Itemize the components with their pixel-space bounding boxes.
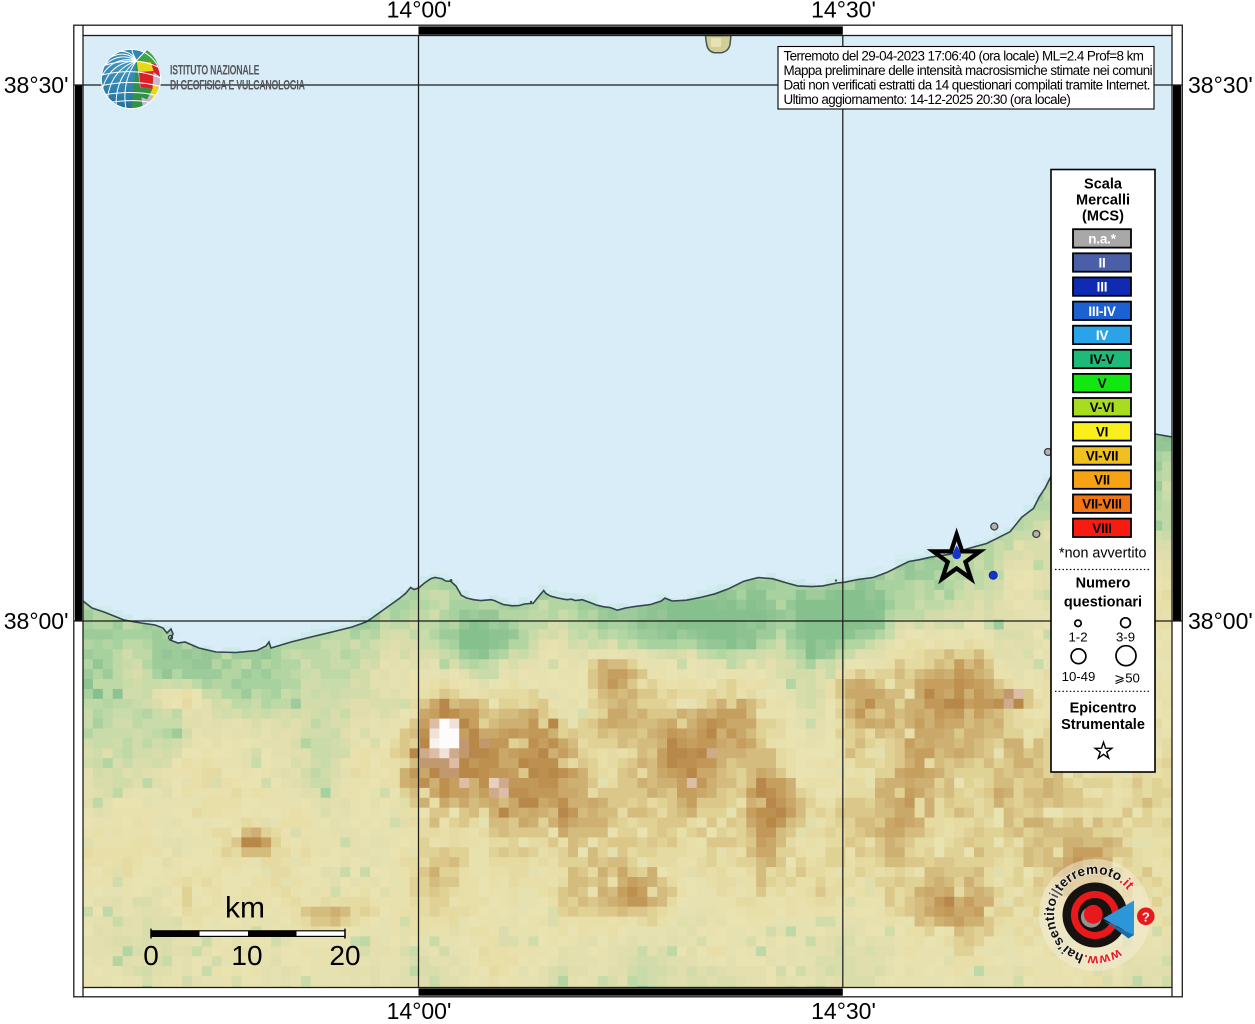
svg-text:*non avvertito: *non avvertito	[1059, 546, 1146, 562]
svg-text:14°30': 14°30'	[811, 0, 876, 23]
svg-text:II: II	[1098, 256, 1105, 271]
svg-text:14°00': 14°00'	[387, 0, 452, 23]
svg-text:14°00': 14°00'	[387, 998, 452, 1024]
svg-text:VI-VII: VI-VII	[1086, 449, 1119, 464]
svg-text:10-49: 10-49	[1062, 669, 1096, 684]
svg-text:VII: VII	[1094, 473, 1110, 488]
svg-text:1-2: 1-2	[1068, 630, 1087, 645]
svg-text:(MCS): (MCS)	[1082, 209, 1124, 225]
svg-text:Dati non verificati estratti d: Dati non verificati estratti da 14 quest…	[784, 78, 1150, 93]
svg-text:3-9: 3-9	[1116, 630, 1135, 645]
svg-text:38°30': 38°30'	[1188, 72, 1253, 98]
svg-text:38°30': 38°30'	[4, 72, 69, 98]
svg-text:questionari: questionari	[1064, 595, 1142, 611]
svg-text:⩾50: ⩾50	[1114, 671, 1140, 686]
svg-text:km: km	[225, 892, 265, 925]
svg-text:III-IV: III-IV	[1088, 304, 1115, 319]
svg-text:IV: IV	[1096, 328, 1109, 343]
svg-text:Ultimo aggiornamento: 14-12-20: Ultimo aggiornamento: 14-12-2025 20:30 (…	[784, 92, 1071, 107]
svg-text:Mercalli: Mercalli	[1076, 193, 1130, 209]
svg-text:10: 10	[231, 940, 262, 971]
svg-text:VII-VIII: VII-VIII	[1082, 497, 1122, 512]
svg-text:IV-V: IV-V	[1090, 352, 1115, 367]
svg-text:?: ?	[1142, 909, 1150, 924]
svg-text:Numero: Numero	[1076, 576, 1131, 592]
svg-text:Epicentro: Epicentro	[1070, 701, 1137, 717]
svg-text:0: 0	[143, 940, 159, 971]
svg-text:Strumentale: Strumentale	[1061, 717, 1145, 733]
svg-text:III: III	[1097, 280, 1108, 295]
svg-text:14°30': 14°30'	[811, 998, 876, 1024]
svg-text:VI: VI	[1096, 424, 1108, 439]
svg-text:Mappa preliminare delle intens: Mappa preliminare delle intensità macros…	[784, 63, 1153, 78]
svg-text:VIII: VIII	[1092, 521, 1111, 536]
svg-text:Scala: Scala	[1084, 177, 1123, 193]
svg-text:V: V	[1098, 376, 1107, 391]
svg-text:DI GEOFISICA E VULCANOLOGIA: DI GEOFISICA E VULCANOLOGIA	[170, 79, 305, 93]
svg-text:Terremoto del 29-04-2023 17:06: Terremoto del 29-04-2023 17:06:40 (ora l…	[784, 49, 1144, 64]
svg-text:n.a.*: n.a.*	[1088, 231, 1116, 246]
svg-text:38°00': 38°00'	[1188, 608, 1253, 634]
svg-text:38°00': 38°00'	[4, 608, 69, 634]
svg-text:20: 20	[329, 940, 360, 971]
svg-text:V-VI: V-VI	[1090, 400, 1115, 415]
svg-text:ISTITUTO NAZIONALE: ISTITUTO NAZIONALE	[170, 64, 260, 78]
